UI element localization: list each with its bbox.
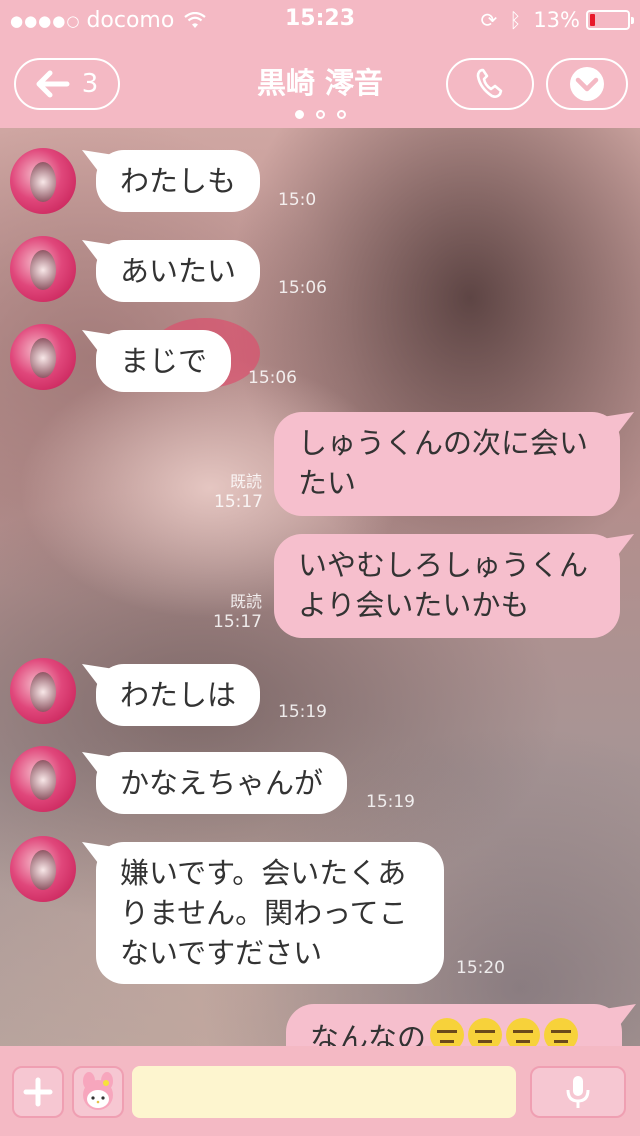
- message-time: 15:17: [213, 612, 262, 632]
- message-time: 15:06: [278, 278, 327, 298]
- expressionless-face-icon: [506, 1018, 541, 1046]
- avatar[interactable]: [10, 324, 76, 390]
- bubble-tail: [82, 664, 110, 686]
- chat-background[interactable]: わたしも 15:0 あいたい 15:06 まじで 15:06 既読 15:17 …: [0, 128, 640, 1046]
- message-bubble-incoming[interactable]: わたしも: [82, 150, 261, 212]
- chat-header: 3 黒崎 澪音: [0, 40, 640, 128]
- menu-button[interactable]: [546, 58, 628, 110]
- message-text-line: しゅうくんの次に会い: [298, 426, 589, 460]
- message-text-line: より会いたいかも: [298, 588, 530, 622]
- input-bar: [0, 1046, 640, 1136]
- battery-nub: [631, 17, 634, 24]
- message-text: あいたい: [120, 254, 237, 288]
- avatar[interactable]: [10, 836, 76, 902]
- bluetooth-icon: ᛒ: [509, 8, 522, 32]
- message-bubble-incoming[interactable]: わたしは: [82, 664, 261, 726]
- avatar[interactable]: [10, 236, 76, 302]
- page-dot: [336, 110, 346, 119]
- avatar-photo: [30, 162, 56, 202]
- battery-icon: [586, 10, 634, 30]
- status-bar: ●●●●○ docomo 15:23 ⟳ ᛒ 13%: [0, 0, 640, 40]
- message-time: 15:19: [366, 792, 415, 812]
- message-time: 15:17: [214, 492, 263, 512]
- sticker-button[interactable]: [72, 1066, 124, 1118]
- message-bubble-outgoing[interactable]: しゅうくんの次に会い たい: [274, 412, 634, 516]
- call-button[interactable]: [446, 58, 534, 110]
- battery-level: [590, 14, 595, 26]
- microphone-icon: [566, 1076, 590, 1108]
- chat-title: 黒崎 澪音: [256, 66, 384, 100]
- message-bubble-outgoing[interactable]: いやむしろしゅうくん より会いたいかも: [274, 534, 634, 638]
- avatar-photo: [30, 250, 56, 290]
- expressionless-face-icon: [544, 1018, 579, 1046]
- message-text: まじで: [120, 344, 208, 378]
- bubble-tail: [82, 752, 110, 774]
- battery-percent: 13%: [533, 8, 580, 32]
- message-time: 15:20: [456, 958, 505, 978]
- my-melody-sticker-icon: [83, 1072, 113, 1110]
- message-time: 15:19: [278, 702, 327, 722]
- voice-message-button[interactable]: [530, 1066, 626, 1118]
- page-dot: [294, 110, 304, 119]
- message-input[interactable]: [132, 1066, 516, 1118]
- bubble-tail: [82, 330, 110, 352]
- read-receipt: 既読 15:17: [210, 588, 262, 632]
- avatar-photo: [30, 760, 56, 800]
- message-bubble-incoming[interactable]: 嫌いです。会いたくあ りません。関わってこ ないですださい: [82, 842, 444, 984]
- message-bubble-outgoing[interactable]: なんなの: [286, 1004, 636, 1046]
- bubble-tail: [82, 842, 110, 864]
- bubble-tail: [608, 1004, 636, 1026]
- phone-icon: [476, 68, 503, 98]
- message-bubble-incoming[interactable]: まじで: [82, 330, 232, 392]
- avatar-photo: [30, 672, 56, 712]
- bubble-tail: [606, 412, 634, 434]
- read-label: 既読: [229, 592, 262, 611]
- avatar-photo: [30, 850, 56, 890]
- message-text-line: たい: [298, 466, 357, 500]
- avatar[interactable]: [10, 148, 76, 214]
- add-attachment-button[interactable]: [12, 1066, 64, 1118]
- message-text: かなえちゃんが: [120, 766, 324, 800]
- message-text-line: ないですださい: [120, 936, 323, 970]
- bubble-tail: [82, 240, 110, 262]
- expressionless-face-icon: [430, 1018, 465, 1046]
- page-dot: [315, 110, 325, 119]
- message-text-line: 嫌いです。会いたくあ: [120, 856, 407, 890]
- message-text: なんなの: [310, 1021, 427, 1046]
- avatar[interactable]: [10, 658, 76, 724]
- read-label: 既読: [229, 472, 262, 491]
- chevron-down-icon: [570, 67, 604, 101]
- message-bubble-incoming[interactable]: かなえちゃんが: [82, 752, 348, 814]
- bubble-tail: [82, 150, 110, 172]
- message-text: わたしも: [120, 164, 237, 198]
- page-indicator: [0, 104, 640, 123]
- message-text-line: りません。関わってこ: [120, 896, 408, 930]
- rotation-lock-icon: ⟳: [480, 8, 498, 32]
- plus-icon: [23, 1077, 53, 1107]
- read-receipt: 既読 15:17: [214, 468, 263, 512]
- message-time: 15:0: [278, 190, 317, 210]
- bubble-tail: [606, 534, 634, 556]
- message-text-line: いやむしろしゅうくん: [298, 548, 589, 582]
- expressionless-face-icon: [468, 1018, 503, 1046]
- message-text: わたしは: [120, 678, 237, 712]
- message-bubble-incoming[interactable]: あいたい: [82, 240, 261, 302]
- avatar[interactable]: [10, 746, 76, 812]
- avatar-photo: [30, 338, 56, 378]
- message-time: 15:06: [248, 368, 297, 388]
